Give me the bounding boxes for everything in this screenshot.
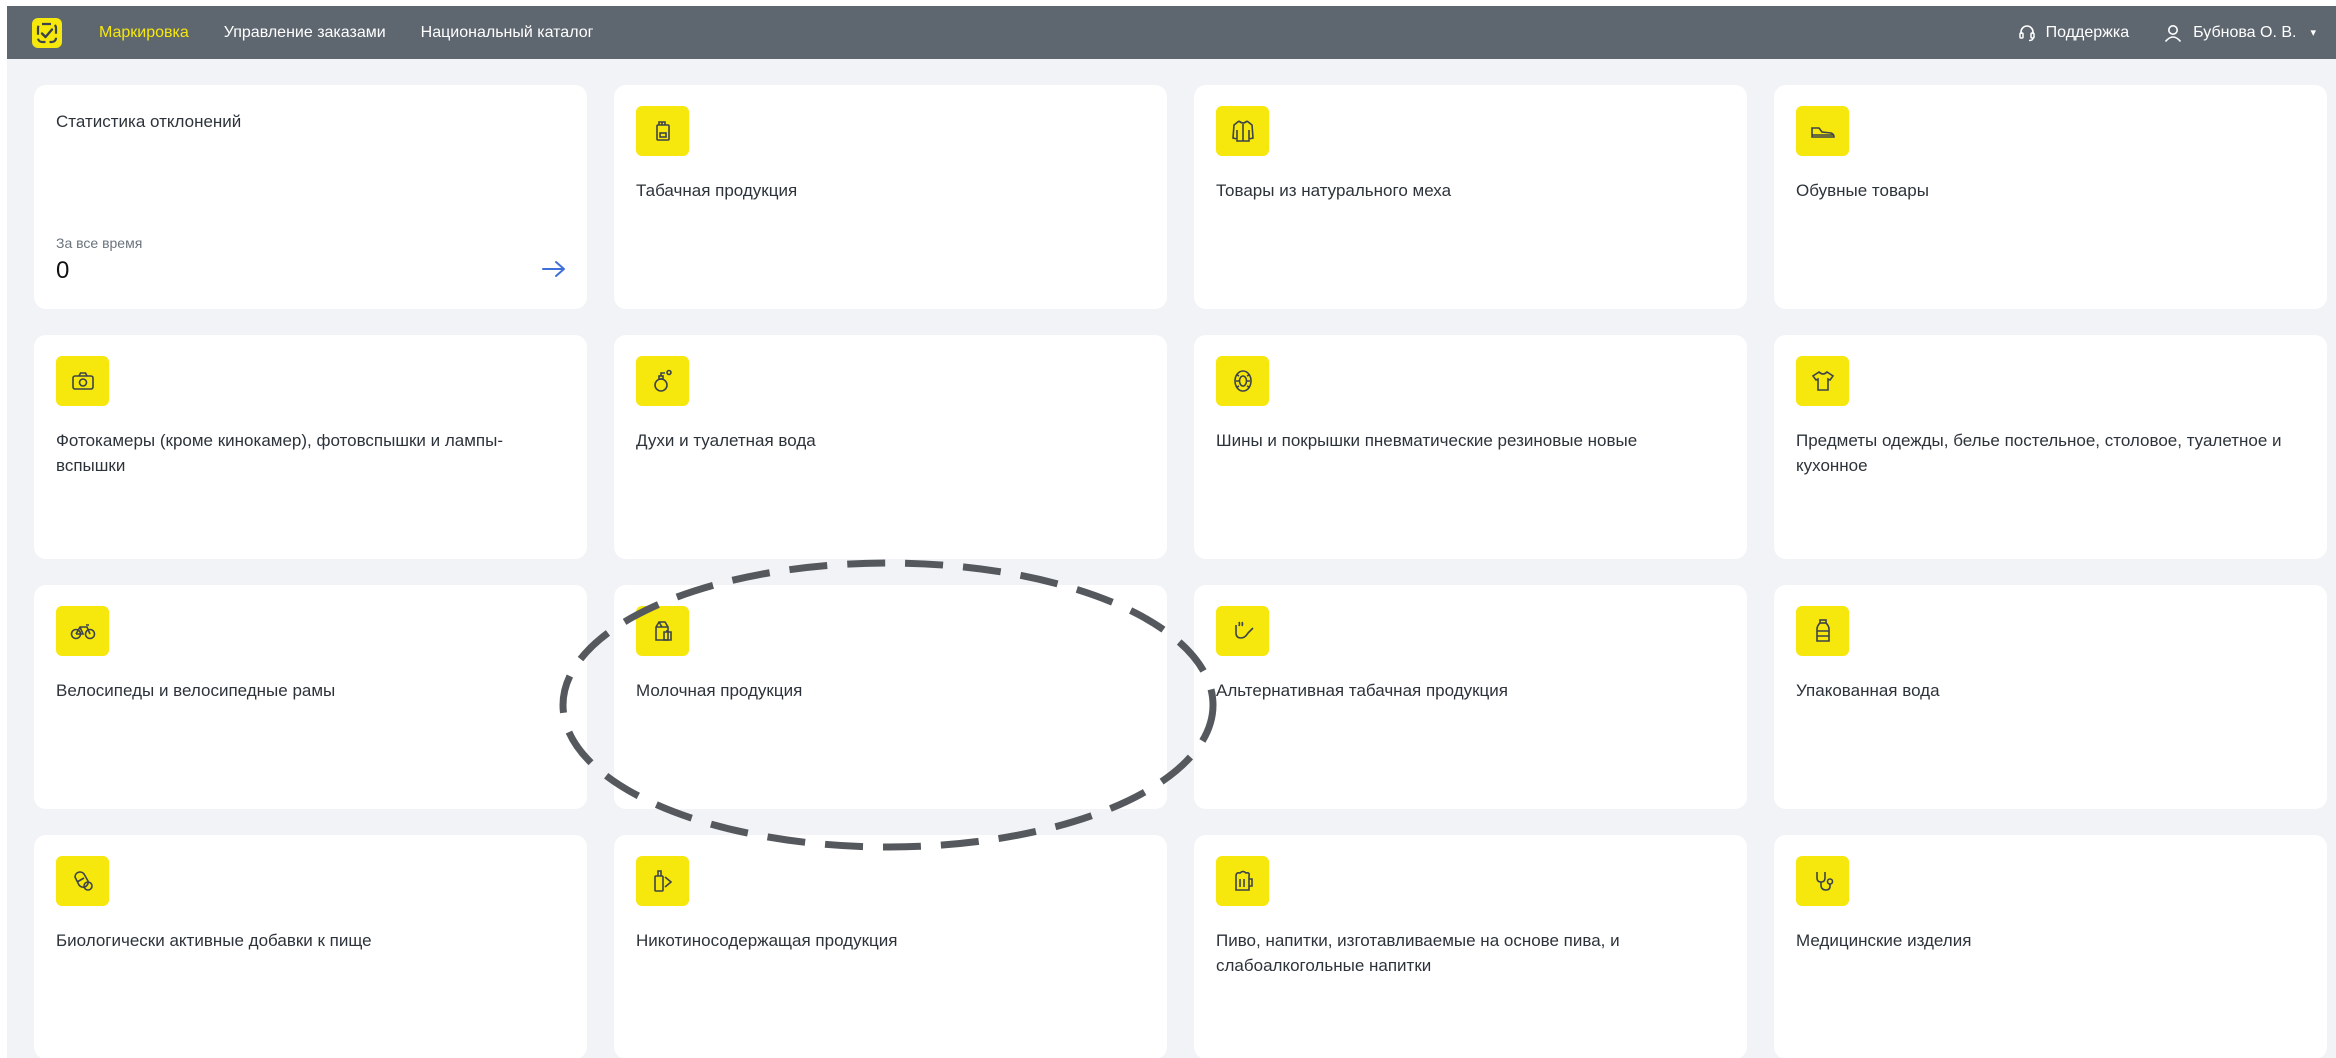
category-card-footwear[interactable]: Обувные товары [1774, 85, 2327, 309]
top-navigation-bar: Маркировка Управление заказами Националь… [7, 6, 2336, 59]
tshirt-icon [1796, 356, 1849, 406]
milk-icon [636, 606, 689, 656]
nicotine-icon [636, 856, 689, 906]
beer-icon [1216, 856, 1269, 906]
category-card-tires[interactable]: Шины и покрышки пневматические резиновые… [1194, 335, 1747, 559]
stats-title: Статистика отклонений [56, 112, 242, 131]
headset-icon [2018, 24, 2035, 41]
stats-period: За все время [56, 235, 143, 251]
category-card-water[interactable]: Упакованная вода [1774, 585, 2327, 809]
category-label: Упакованная вода [1796, 681, 1940, 700]
camera-icon [56, 356, 109, 406]
nav-item-marking[interactable]: Маркировка [99, 24, 189, 42]
category-card-cameras[interactable]: Фотокамеры (кроме кинокамер), фотовспышк… [34, 335, 587, 559]
shoe-icon [1796, 106, 1849, 156]
fur-coat-icon [1216, 106, 1269, 156]
support-button[interactable]: Поддержка [2018, 24, 2129, 42]
category-label: Обувные товары [1796, 181, 1929, 200]
category-label: Духи и туалетная вода [636, 431, 816, 450]
supplements-icon [56, 856, 109, 906]
tire-icon [1216, 356, 1269, 406]
category-label: Табачная продукция [636, 181, 798, 200]
category-label: Медицинские изделия [1796, 931, 1972, 950]
category-label: Биологически активные добавки к пище [56, 931, 372, 950]
stats-value: 0 [56, 257, 70, 284]
support-label: Поддержка [2045, 23, 2130, 41]
deviation-stats-card[interactable]: Статистика отклонений За все время 0 [34, 85, 587, 309]
chestny-znak-logo-icon[interactable] [32, 18, 62, 48]
category-card-supplements[interactable]: Биологически активные добавки к пище [34, 835, 587, 1058]
category-card-bicycles[interactable]: Велосипеды и велосипедные рамы [34, 585, 587, 809]
main-nav: Маркировка Управление заказами Националь… [99, 6, 593, 59]
nav-item-national-catalog[interactable]: Национальный каталог [421, 24, 594, 42]
category-label: Молочная продукция [636, 681, 803, 700]
category-card-medical[interactable]: Медицинские изделия [1774, 835, 2327, 1058]
category-label: Велосипеды и велосипедные рамы [56, 681, 336, 700]
category-label: Предметы одежды, белье постельное, столо… [1796, 431, 2282, 475]
user-icon [2165, 24, 2182, 42]
bicycle-icon [56, 606, 109, 656]
category-card-tobacco[interactable]: Табачная продукция [614, 85, 1167, 309]
category-label: Пиво, напитки, изготавливаемые на основе… [1216, 931, 1620, 975]
cigarette-pack-icon [636, 106, 689, 156]
category-label: Фотокамеры (кроме кинокамер), фотовспышк… [56, 431, 504, 475]
category-card-dairy[interactable]: Молочная продукция [614, 585, 1167, 809]
category-card-alt-tobacco[interactable]: Альтернативная табачная продукция [1194, 585, 1747, 809]
category-label: Альтернативная табачная продукция [1216, 681, 1508, 700]
category-card-fur[interactable]: Товары из натурального меха [1194, 85, 1747, 309]
user-name: Бубнова О. В. [2193, 23, 2297, 41]
product-group-grid: Статистика отклонений За все время 0 Таб… [34, 85, 2327, 1058]
category-label: Шины и покрышки пневматические резиновые… [1216, 431, 1638, 450]
perfume-icon [636, 356, 689, 406]
category-card-nicotine[interactable]: Никотиносодержащая продукция [614, 835, 1167, 1058]
category-label: Товары из натурального меха [1216, 181, 1452, 200]
category-card-beer[interactable]: Пиво, напитки, изготавливаемые на основе… [1194, 835, 1747, 1058]
stethoscope-icon [1796, 856, 1849, 906]
header-right-controls: Поддержка Бубнова О. В. ▾ [2018, 6, 2316, 59]
category-label: Никотиносодержащая продукция [636, 931, 898, 950]
category-card-clothing[interactable]: Предметы одежды, белье постельное, столо… [1774, 335, 2327, 559]
nav-item-order-management[interactable]: Управление заказами [224, 24, 386, 42]
pipe-icon [1216, 606, 1269, 656]
chevron-down-icon: ▾ [2310, 27, 2316, 39]
category-card-perfume[interactable]: Духи и туалетная вода [614, 335, 1167, 559]
app-window: Маркировка Управление заказами Националь… [7, 6, 2336, 1058]
water-bottle-icon [1796, 606, 1849, 656]
arrow-right-icon[interactable] [541, 259, 567, 279]
user-menu[interactable]: Бубнова О. В. ▾ [2163, 23, 2316, 43]
